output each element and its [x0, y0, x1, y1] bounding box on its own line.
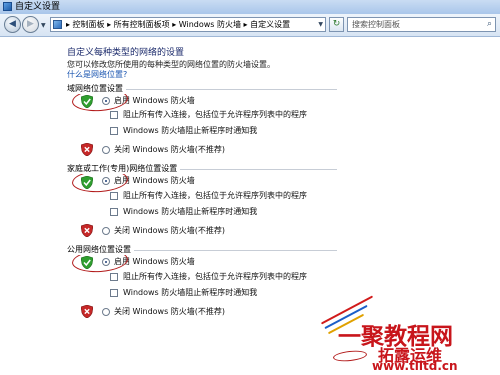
window-title: 自定义设置: [15, 2, 61, 12]
search-icon[interactable]: ⌕: [487, 19, 492, 30]
section-title: 家庭或工作(专用)网络位置设置: [67, 163, 181, 174]
page-heading: 自定义每种类型的网络的设置: [67, 48, 185, 58]
red-shield-icon: [81, 224, 93, 237]
block-all-label: 阻止所有传入连接，包括位于允许程序列表中的程序: [123, 110, 307, 119]
notify-checkbox[interactable]: [110, 126, 118, 135]
address-bar[interactable]: ▸ 控制面板 ▸ 所有控制面板项 ▸ Windows 防火墙 ▸ 自定义设置 ▼: [50, 17, 326, 32]
notify-option[interactable]: Windows 防火墙阻止新程序时通知我: [110, 125, 257, 136]
domain-network-section: 域网络位置设置: [67, 83, 337, 94]
notify-checkbox[interactable]: [110, 288, 118, 297]
block-all-checkbox[interactable]: [110, 272, 118, 281]
block-all-label: 阻止所有传入连接，包括位于允许程序列表中的程序: [123, 191, 307, 200]
help-link[interactable]: 什么是网络位置?: [67, 69, 127, 80]
block-all-option[interactable]: 阻止所有传入连接，包括位于允许程序列表中的程序: [110, 271, 307, 282]
disable-firewall-option[interactable]: 关闭 Windows 防火墙(不推荐): [102, 144, 225, 155]
search-placeholder: 搜索控制面板: [352, 20, 400, 29]
disable-label: 关闭 Windows 防火墙(不推荐): [114, 145, 226, 154]
disable-label: 关闭 Windows 防火墙(不推荐): [114, 307, 226, 316]
notify-label: Windows 防火墙阻止新程序时通知我: [123, 288, 258, 297]
disable-firewall-option[interactable]: 关闭 Windows 防火墙(不推荐): [102, 306, 225, 317]
red-shield-icon: [81, 305, 93, 318]
disable-label: 关闭 Windows 防火墙(不推荐): [114, 226, 226, 235]
disable-firewall-option[interactable]: 关闭 Windows 防火墙(不推荐): [102, 225, 225, 236]
private-network-section: 家庭或工作(专用)网络位置设置: [67, 163, 337, 174]
disable-radio[interactable]: [102, 145, 110, 154]
watermark-oval: [332, 349, 368, 363]
refresh-icon[interactable]: ↻: [329, 17, 344, 32]
notify-option[interactable]: Windows 防火墙阻止新程序时通知我: [110, 287, 257, 298]
disable-radio[interactable]: [102, 226, 110, 235]
search-input[interactable]: 搜索控制面板 ⌕: [347, 17, 496, 32]
block-all-checkbox[interactable]: [110, 110, 118, 119]
back-arrow-icon[interactable]: ◀: [4, 16, 21, 33]
main-content: 自定义每种类型的网络的设置 您可以修改您所使用的每种类型的网络位置的防火墙设置。…: [0, 37, 500, 375]
firewall-app-icon: [3, 2, 12, 11]
address-dropdown-icon[interactable]: ▼: [318, 18, 323, 31]
history-dropdown-icon[interactable]: ▼: [41, 22, 46, 29]
title-bar: 自定义设置: [0, 0, 500, 15]
block-all-checkbox[interactable]: [110, 191, 118, 200]
breadcrumb[interactable]: ▸ 控制面板 ▸ 所有控制面板项 ▸ Windows 防火墙 ▸ 自定义设置: [66, 18, 290, 31]
notify-option[interactable]: Windows 防火墙阻止新程序时通知我: [110, 206, 257, 217]
block-all-option[interactable]: 阻止所有传入连接，包括位于允许程序列表中的程序: [110, 190, 307, 201]
disable-radio[interactable]: [102, 307, 110, 316]
watermark-url: www.tlltd.cn: [372, 359, 458, 373]
forward-arrow-icon[interactable]: ▶: [22, 16, 39, 33]
block-all-option[interactable]: 阻止所有传入连接，包括位于允许程序列表中的程序: [110, 109, 307, 120]
notify-label: Windows 防火墙阻止新程序时通知我: [123, 126, 258, 135]
notify-checkbox[interactable]: [110, 207, 118, 216]
notify-label: Windows 防火墙阻止新程序时通知我: [123, 207, 258, 216]
section-title: 公用网络位置设置: [67, 244, 134, 255]
block-all-label: 阻止所有传入连接，包括位于允许程序列表中的程序: [123, 272, 307, 281]
navigation-bar: ◀ ▶ ▼ ▸ 控制面板 ▸ 所有控制面板项 ▸ Windows 防火墙 ▸ 自…: [0, 14, 500, 37]
section-title: 域网络位置设置: [67, 83, 126, 94]
red-shield-icon: [81, 143, 93, 156]
public-network-section: 公用网络位置设置: [67, 244, 337, 255]
control-panel-icon: [53, 20, 62, 29]
